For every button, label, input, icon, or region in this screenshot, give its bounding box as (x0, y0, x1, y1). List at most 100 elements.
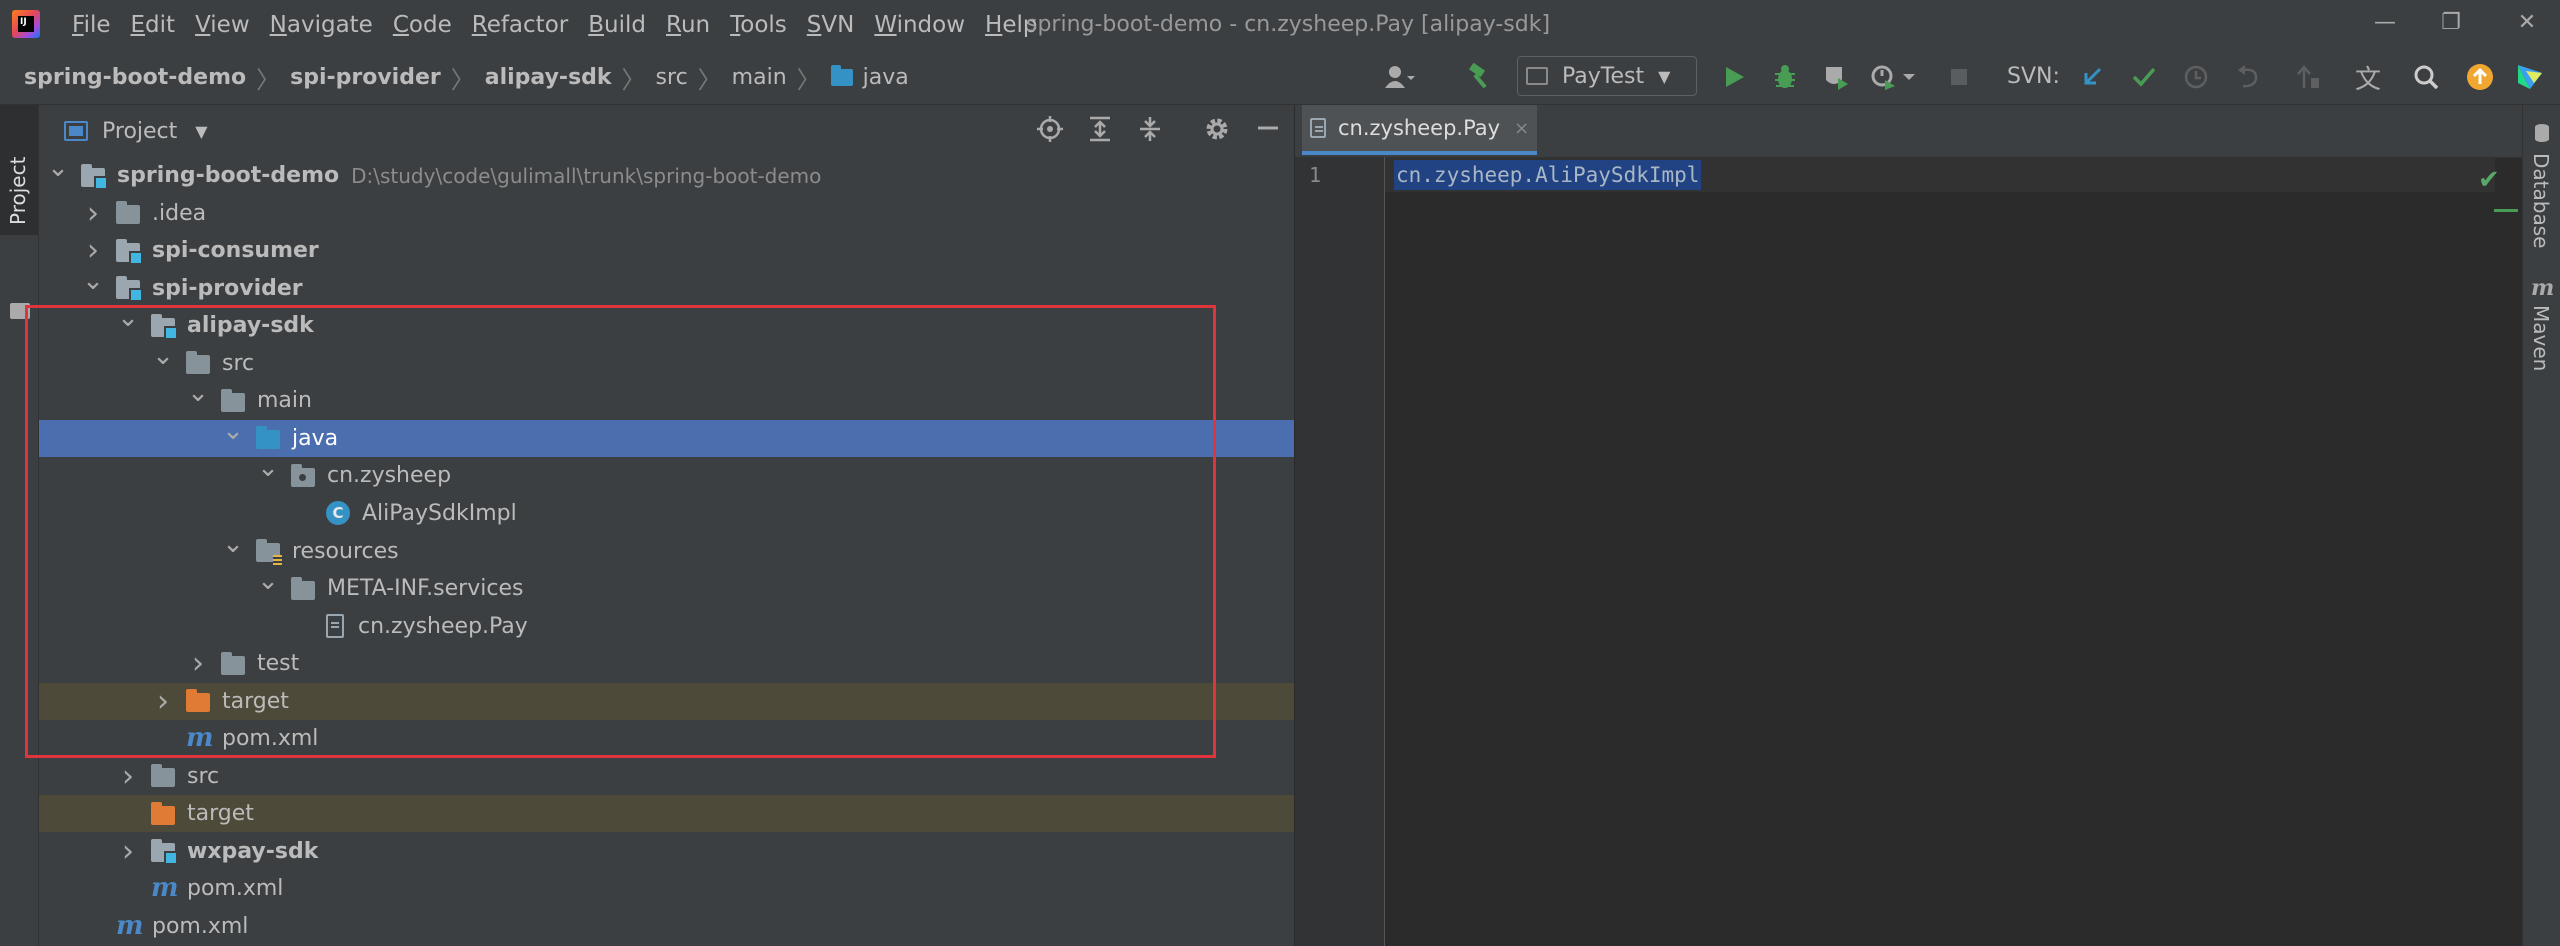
tree-node[interactable]: ⌄ main (39, 378, 1294, 419)
menu-view[interactable]: View (185, 0, 260, 50)
menu-window[interactable]: Window (864, 0, 975, 50)
chevron-right-icon[interactable]: › (82, 232, 104, 269)
chevron-down-icon[interactable]: ⌄ (47, 153, 69, 190)
chevron-down-icon[interactable]: ⌄ (152, 341, 174, 378)
update-icon[interactable] (2462, 58, 2498, 96)
stop-icon[interactable] (1942, 58, 1976, 96)
module-folder-icon (151, 839, 178, 866)
project-view-selector[interactable]: Project ▼ (64, 105, 208, 157)
user-icon[interactable] (1378, 58, 1422, 96)
chevron-right-icon[interactable]: › (187, 645, 209, 682)
right-tool-strip: Database m Maven (2522, 105, 2560, 946)
chevron-right-icon[interactable]: › (152, 683, 174, 720)
chevron-down-icon[interactable]: ⌄ (222, 529, 244, 566)
tree-node[interactable]: ›cn.zysheep.Pay (39, 608, 1294, 645)
breadcrumb-separator-icon: 〉 (621, 65, 646, 94)
database-tool-tab[interactable]: Database (2529, 153, 2553, 248)
breadcrumb-item[interactable]: spi-provider (290, 65, 441, 90)
search-icon[interactable] (2408, 58, 2444, 96)
tree-node[interactable]: ⌄ META-INF.services (39, 566, 1294, 607)
menu-run[interactable]: Run (656, 0, 720, 50)
tree-node[interactable]: ›CAliPaySdkImpl (39, 495, 1294, 532)
tree-node[interactable]: ⌄ spi-provider (39, 266, 1294, 307)
breadcrumb-separator-icon: 〉 (450, 65, 475, 94)
collapse-all-icon[interactable] (1134, 115, 1166, 147)
tree-node[interactable]: ⌄ resources (39, 529, 1294, 570)
left-tool-strip: Project (0, 105, 39, 946)
tree-node[interactable]: ›target (39, 795, 1294, 833)
run-configuration-select[interactable]: PayTest ▼ (1517, 56, 1697, 96)
maven-tool-tab[interactable]: Maven (2529, 305, 2553, 371)
tree-node[interactable]: ⌄ cn.zysheep (39, 453, 1294, 494)
coverage-icon[interactable] (1818, 58, 1852, 96)
run-icon[interactable] (1718, 58, 1752, 96)
tree-node[interactable]: ⌄ java (39, 416, 1294, 457)
maven-icon: m (2531, 275, 2555, 301)
editor-tab[interactable]: cn.zysheep.Pay × (1302, 105, 1538, 155)
breadcrumb-item[interactable]: java (863, 65, 909, 90)
close-window-button[interactable]: ✕ (2494, 0, 2560, 46)
tree-node[interactable]: ›target (39, 682, 1294, 720)
tree-node[interactable]: ⌄ alipay-sdk (39, 303, 1294, 344)
text-file-icon (326, 614, 344, 639)
gear-icon[interactable] (1201, 115, 1233, 147)
tree-node[interactable]: › .idea (39, 195, 1294, 232)
folder-icon (10, 303, 30, 319)
expand-all-icon[interactable] (1084, 115, 1116, 147)
inspection-ok-icon[interactable]: ✔ (2478, 165, 2500, 195)
code-line-selected[interactable]: cn.zysheep.AliPaySdkImpl (1394, 160, 1702, 190)
menu-file[interactable]: File (62, 0, 121, 50)
chevron-down-icon[interactable]: ⌄ (257, 453, 279, 490)
tree-node-label: spring-boot-demo (117, 163, 340, 188)
breadcrumb-item[interactable]: spring-boot-demo (24, 65, 246, 90)
tree-node[interactable]: › test (39, 645, 1294, 682)
tree-node[interactable]: ›mpom.xml (39, 720, 1294, 757)
chevron-down-icon[interactable]: ⌄ (82, 266, 104, 303)
tree-node[interactable]: ⌄ src (39, 341, 1294, 382)
project-tool-tab[interactable]: Project (0, 105, 38, 235)
minimize-button[interactable]: — (2352, 0, 2418, 46)
chevron-down-icon[interactable]: ⌄ (187, 378, 209, 415)
profile-icon[interactable] (1868, 58, 1918, 96)
intellij-logo-icon[interactable]: IJ (12, 10, 40, 38)
tree-node[interactable]: › wxpay-sdk (39, 833, 1294, 870)
chevron-down-icon[interactable]: ⌄ (117, 303, 139, 340)
menu-svn[interactable]: SVN (797, 0, 865, 50)
history-icon[interactable] (2178, 58, 2214, 96)
chevron-down-icon[interactable]: ⌄ (257, 566, 279, 603)
svn-commit-icon[interactable] (2126, 58, 2162, 96)
chevron-right-icon[interactable]: › (82, 195, 104, 232)
debug-icon[interactable] (1768, 58, 1802, 96)
tree-node[interactable]: › src (39, 758, 1294, 795)
tree-node-label: pom.xml (222, 726, 319, 752)
close-tab-icon[interactable]: × (1514, 118, 1529, 139)
restore-button[interactable]: ❐ (2418, 0, 2484, 46)
tree-node[interactable]: › spi-consumer (39, 232, 1294, 269)
tree-node-label: pom.xml (152, 914, 249, 939)
svn-update-icon[interactable] (2074, 58, 2110, 96)
menu-edit[interactable]: Edit (121, 0, 186, 50)
revert-icon[interactable] (2230, 58, 2266, 96)
line-number: 1 (1295, 160, 1321, 190)
locate-icon[interactable] (1034, 115, 1066, 147)
hide-panel-icon[interactable] (1252, 115, 1284, 147)
chevron-right-icon[interactable]: › (117, 758, 139, 795)
menu-refactor[interactable]: Refactor (462, 0, 579, 50)
chevron-right-icon[interactable]: › (117, 833, 139, 870)
push-icon[interactable] (2290, 58, 2326, 96)
breadcrumb-item[interactable]: main (732, 65, 787, 90)
menu-build[interactable]: Build (578, 0, 656, 50)
tree-node[interactable]: ⌄ spring-boot-demo D:\study\code\gulimall\… (39, 153, 1294, 194)
chevron-down-icon[interactable]: ⌄ (222, 416, 244, 453)
breadcrumb-item[interactable]: src (656, 65, 688, 90)
menu-tools[interactable]: Tools (720, 0, 797, 50)
translate-icon[interactable]: 文 (2350, 58, 2386, 96)
menu-code[interactable]: Code (383, 0, 462, 50)
jetbrains-icon[interactable] (2512, 58, 2548, 96)
tree-node-label: META-INF.services (327, 576, 524, 602)
tree-node[interactable]: ›mpom.xml (39, 870, 1294, 907)
breadcrumb-item[interactable]: alipay-sdk (485, 65, 612, 90)
tree-node[interactable]: ›mpom.xml (39, 908, 1294, 945)
build-hammer-icon[interactable] (1462, 58, 1498, 96)
menu-navigate[interactable]: Navigate (260, 0, 383, 50)
